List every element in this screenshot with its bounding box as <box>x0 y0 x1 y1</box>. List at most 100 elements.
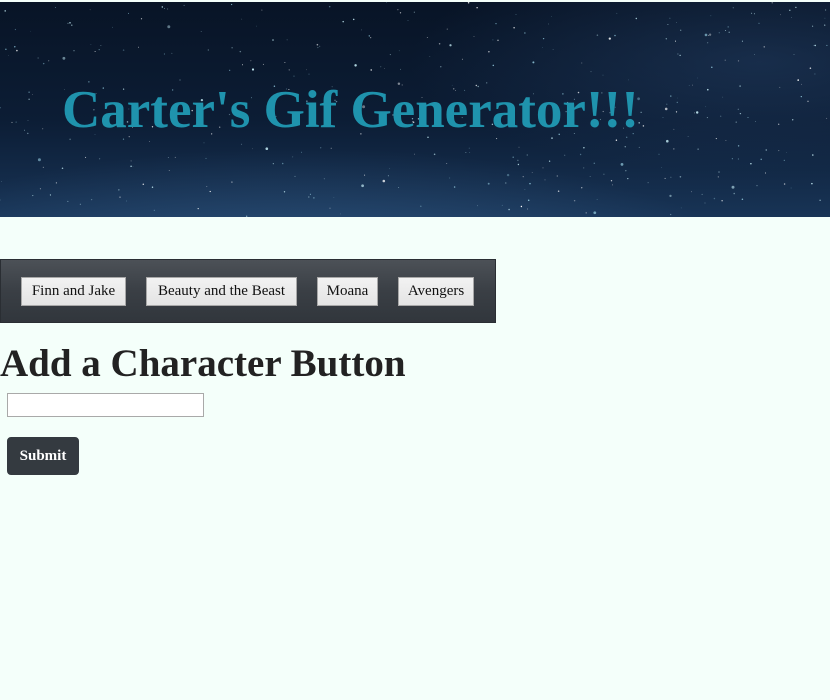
star <box>614 34 616 37</box>
star <box>812 154 814 156</box>
star <box>826 117 828 119</box>
star <box>473 36 475 38</box>
star <box>527 208 529 210</box>
star <box>323 178 325 180</box>
character-button-beauty-and-the-beast[interactable]: Beauty and the Beast <box>146 277 297 306</box>
star <box>529 182 531 185</box>
star <box>330 147 332 149</box>
character-button-moana[interactable]: Moana <box>317 277 378 306</box>
star <box>449 177 451 179</box>
star <box>542 167 544 169</box>
star <box>661 167 662 168</box>
star <box>807 100 809 103</box>
star <box>612 184 613 186</box>
star <box>387 175 389 177</box>
star <box>239 50 242 53</box>
star <box>440 66 442 68</box>
star <box>28 98 30 100</box>
header-banner: Carter's Gif Generator!!! <box>0 2 830 217</box>
star <box>680 29 682 31</box>
star <box>98 48 100 51</box>
star <box>825 9 827 11</box>
star <box>67 200 69 202</box>
star <box>625 169 627 172</box>
star <box>706 117 708 119</box>
star <box>669 194 672 198</box>
star <box>197 207 199 210</box>
star <box>801 83 802 85</box>
star <box>758 22 760 24</box>
star <box>717 176 719 178</box>
star <box>161 6 164 8</box>
star <box>370 37 372 39</box>
star <box>386 2 388 3</box>
star <box>100 45 102 46</box>
star <box>361 29 362 31</box>
star <box>242 64 243 66</box>
star <box>438 42 441 45</box>
star <box>783 159 785 162</box>
star <box>252 148 254 150</box>
star <box>722 96 724 98</box>
star <box>616 12 618 14</box>
star <box>658 153 660 155</box>
star <box>5 48 7 50</box>
star <box>283 191 286 193</box>
star <box>203 142 205 144</box>
star <box>557 190 560 192</box>
star <box>741 198 744 200</box>
star <box>589 176 591 177</box>
star <box>28 91 30 93</box>
star <box>32 195 34 197</box>
star <box>250 60 252 62</box>
star <box>140 18 143 20</box>
star <box>548 23 549 25</box>
star <box>664 177 666 179</box>
star <box>55 182 58 184</box>
star <box>54 6 56 8</box>
star <box>293 75 295 77</box>
star <box>492 39 494 41</box>
star <box>174 156 176 158</box>
star <box>505 182 507 184</box>
star <box>809 67 812 69</box>
star <box>342 20 344 23</box>
star <box>593 211 597 215</box>
star <box>364 174 366 176</box>
star <box>771 2 773 4</box>
star <box>37 158 41 162</box>
star <box>731 185 735 189</box>
star <box>398 50 400 52</box>
star <box>624 146 626 148</box>
star <box>130 165 132 167</box>
star <box>515 13 517 15</box>
star <box>329 207 331 209</box>
star <box>476 7 478 9</box>
star <box>368 35 371 37</box>
star <box>262 63 264 65</box>
star <box>556 175 558 177</box>
star <box>811 182 813 185</box>
star <box>61 167 64 169</box>
star <box>751 12 753 14</box>
star <box>281 162 284 165</box>
star <box>361 184 364 188</box>
star <box>707 88 709 91</box>
star <box>756 185 758 187</box>
star <box>42 128 44 130</box>
submit-button[interactable]: Submit <box>7 437 79 475</box>
star <box>313 197 315 199</box>
star <box>707 34 709 36</box>
character-name-input[interactable] <box>7 393 204 417</box>
character-button-finn-and-jake[interactable]: Finn and Jake <box>21 277 126 306</box>
star <box>333 196 335 198</box>
star <box>163 53 165 55</box>
star <box>548 160 551 162</box>
star <box>32 94 33 95</box>
character-button-avengers[interactable]: Avengers <box>398 277 474 306</box>
star <box>800 95 802 98</box>
star <box>544 179 546 181</box>
star <box>265 147 269 151</box>
star <box>0 107 1 109</box>
star <box>778 123 780 125</box>
